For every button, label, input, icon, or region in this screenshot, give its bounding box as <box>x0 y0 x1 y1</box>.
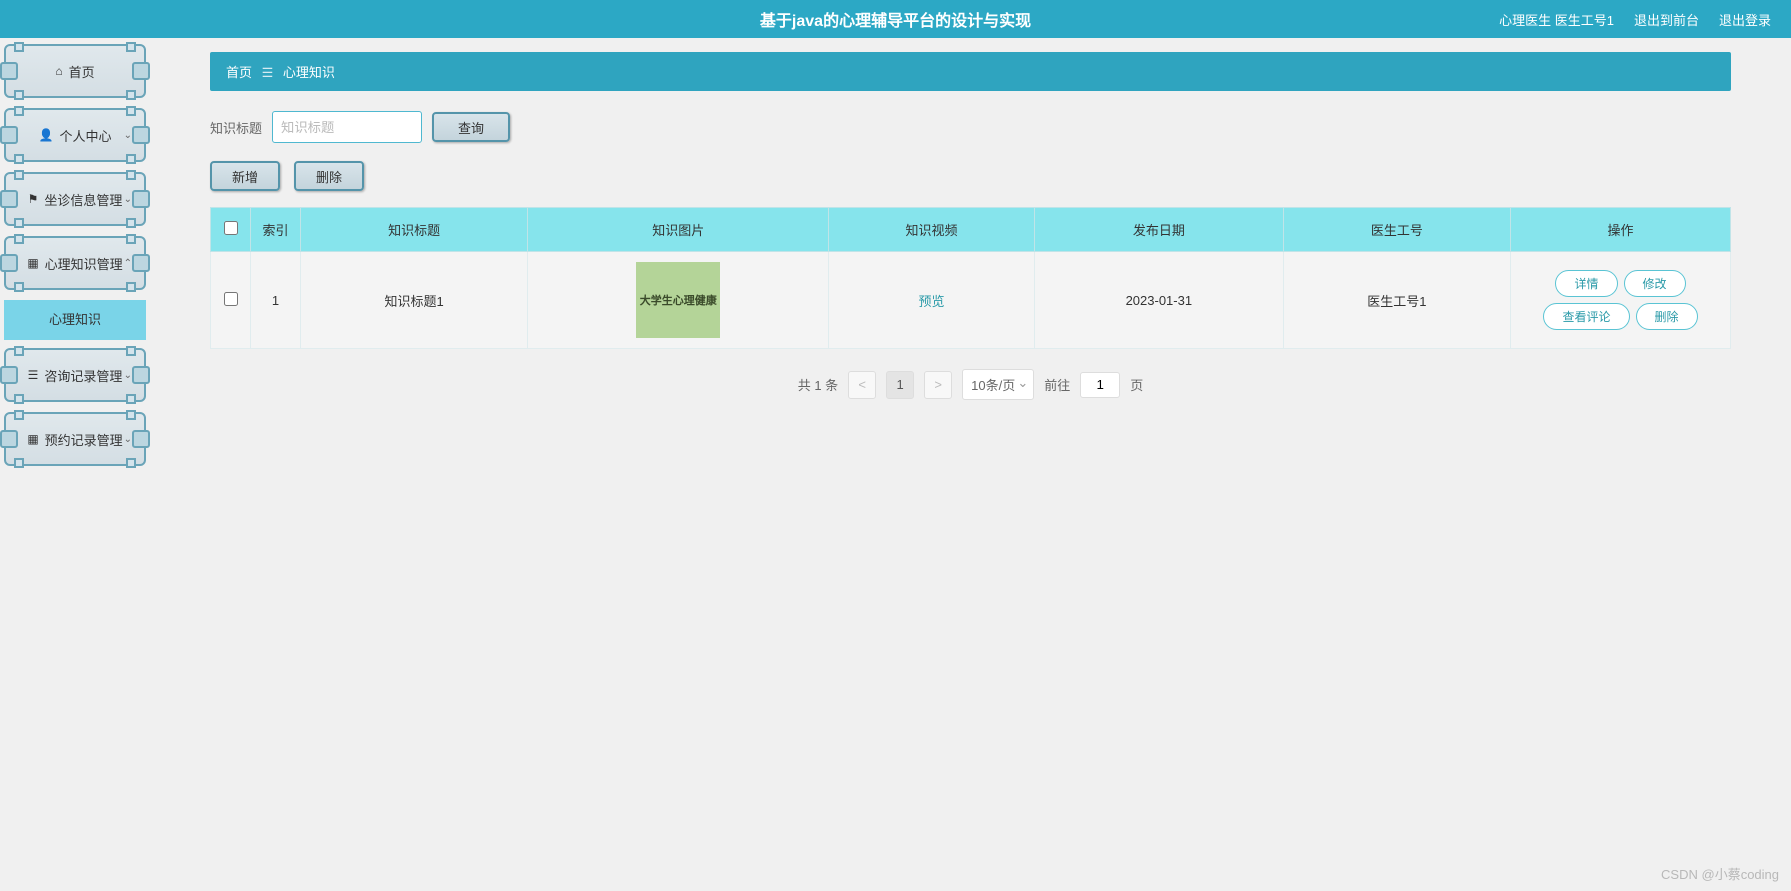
page-size-select[interactable]: 10条/页 <box>962 369 1034 400</box>
sidebar-item-appointment[interactable]: ▦ 预约记录管理 ⌄ <box>4 412 146 466</box>
sidebar-item-profile[interactable]: 👤 个人中心 ⌄ <box>4 108 146 162</box>
detail-button[interactable]: 详情 <box>1555 270 1617 297</box>
breadcrumb: 首页 ☰ 心理知识 <box>210 52 1731 91</box>
cell-index: 1 <box>251 252 301 349</box>
flag-icon: ⚑ <box>28 192 39 206</box>
select-all-checkbox[interactable] <box>224 221 238 235</box>
chevron-down-icon: ⌄ <box>124 194 132 205</box>
page-total: 共 1 条 <box>798 375 838 394</box>
toolbar: 新增 删除 <box>210 161 1731 191</box>
search-button[interactable]: 查询 <box>432 112 510 142</box>
sidebar-item-label: 首页 <box>69 62 95 81</box>
grid-icon: ▦ <box>27 432 38 446</box>
sidebar-item-knowledge[interactable]: ▦ 心理知识管理 ⌃ <box>4 236 146 290</box>
row-checkbox[interactable] <box>224 292 238 306</box>
sidebar-item-label: 咨询记录管理 <box>44 366 122 385</box>
row-delete-button[interactable]: 删除 <box>1636 303 1698 330</box>
app-title: 基于java的心理辅导平台的设计与实现 <box>760 7 1031 31</box>
breadcrumb-home[interactable]: 首页 <box>226 65 252 80</box>
col-date: 发布日期 <box>1034 208 1283 252</box>
grid-icon: ▦ <box>27 256 38 270</box>
delete-button[interactable]: 删除 <box>294 161 364 191</box>
data-table: 索引 知识标题 知识图片 知识视频 发布日期 医生工号 操作 1 知识标题1 <box>210 207 1731 349</box>
col-doctor: 医生工号 <box>1283 208 1510 252</box>
col-title: 知识标题 <box>301 208 528 252</box>
filter-row: 知识标题 查询 <box>210 111 1731 143</box>
sidebar-item-label: 预约记录管理 <box>45 430 123 449</box>
sidebar-item-label: 心理知识管理 <box>45 254 123 273</box>
chevron-down-icon: ⌄ <box>124 370 132 381</box>
chevron-down-icon: ⌄ <box>124 434 132 445</box>
col-video: 知识视频 <box>829 208 1035 252</box>
user-icon: 👤 <box>39 128 54 142</box>
sidebar-subitem-knowledge[interactable]: 心理知识 <box>4 300 146 340</box>
main-content: 首页 ☰ 心理知识 知识标题 查询 新增 删除 索引 知识标题 知识图片 知识视… <box>150 38 1791 482</box>
goto-suffix: 页 <box>1130 375 1143 394</box>
table-row: 1 知识标题1 大学生心理健康 预览 2023-01-31 医生工号1 详情 修… <box>211 252 1731 349</box>
goto-label: 前往 <box>1044 375 1070 394</box>
edit-button[interactable]: 修改 <box>1624 270 1686 297</box>
cell-date: 2023-01-31 <box>1034 252 1283 349</box>
goto-input[interactable] <box>1080 372 1120 398</box>
cell-doctor: 医生工号1 <box>1283 252 1510 349</box>
thumbnail-image[interactable]: 大学生心理健康 <box>636 262 720 338</box>
user-info[interactable]: 心理医生 医生工号1 <box>1499 10 1614 29</box>
watermark: CSDN @小蔡coding <box>1661 864 1779 883</box>
sidebar-item-clinic[interactable]: ⚑ 坐诊信息管理 ⌄ <box>4 172 146 226</box>
filter-label: 知识标题 <box>210 118 262 137</box>
page-next[interactable]: > <box>924 371 952 399</box>
home-icon: ⌂ <box>55 64 62 78</box>
exit-front-link[interactable]: 退出到前台 <box>1634 10 1699 29</box>
sidebar-item-consult[interactable]: ☰ 咨询记录管理 ⌄ <box>4 348 146 402</box>
col-ops: 操作 <box>1511 208 1731 252</box>
thumb-text: 大学生心理健康 <box>640 292 717 308</box>
list-icon: ☰ <box>28 368 39 382</box>
col-index: 索引 <box>251 208 301 252</box>
breadcrumb-current: 心理知识 <box>283 65 335 80</box>
sidebar-item-label: 个人中心 <box>59 126 111 145</box>
cell-title: 知识标题1 <box>301 252 528 349</box>
preview-link[interactable]: 预览 <box>919 294 945 309</box>
logout-link[interactable]: 退出登录 <box>1719 10 1771 29</box>
add-button[interactable]: 新增 <box>210 161 280 191</box>
top-header: 基于java的心理辅导平台的设计与实现 心理医生 医生工号1 退出到前台 退出登… <box>0 0 1791 38</box>
page-number[interactable]: 1 <box>886 371 914 399</box>
sidebar-item-label: 坐诊信息管理 <box>44 190 122 209</box>
pagination: 共 1 条 < 1 > 10条/页 前往 页 <box>210 369 1731 400</box>
search-input[interactable] <box>272 111 422 143</box>
page-prev[interactable]: < <box>848 371 876 399</box>
col-image: 知识图片 <box>528 208 829 252</box>
comments-button[interactable]: 查看评论 <box>1543 303 1629 330</box>
sidebar: ⌂ 首页 👤 个人中心 ⌄ ⚑ 坐诊信息管理 ⌄ ▦ 心理知识管理 <box>0 38 150 482</box>
chevron-up-icon: ⌃ <box>124 258 132 269</box>
sidebar-item-home[interactable]: ⌂ 首页 <box>4 44 146 98</box>
chevron-down-icon: ⌄ <box>124 130 132 141</box>
breadcrumb-sep: ☰ <box>262 65 274 80</box>
